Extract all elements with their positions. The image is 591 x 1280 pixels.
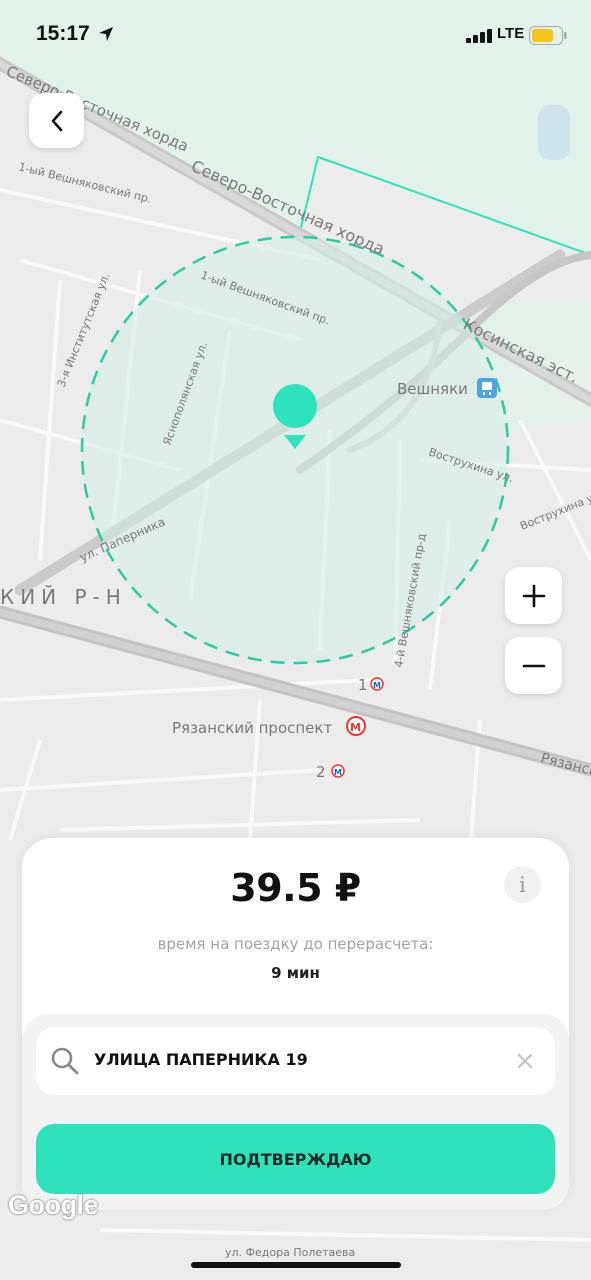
- station-label-veshnyaki: Вешняки: [397, 380, 468, 398]
- metro-label-ryazansky: Рязанский проспект: [172, 719, 332, 737]
- address-panel: УЛИЦА ПАПЕРНИКА 19 ПОДТВЕРЖДАЮ: [22, 1014, 569, 1210]
- svg-text:M: M: [373, 681, 381, 690]
- signal-bars-icon: [466, 29, 492, 43]
- plus-icon: [522, 584, 545, 607]
- search-icon: [51, 1047, 79, 1075]
- street-label-bottom: ул. Федора Полетаева: [225, 1246, 355, 1259]
- google-logo: Google: [8, 1190, 99, 1220]
- svg-text:M: M: [334, 768, 342, 777]
- zoom-in-button[interactable]: [505, 567, 562, 624]
- trip-price: 39.5 ₽: [230, 866, 361, 910]
- info-button[interactable]: i: [504, 866, 541, 903]
- water-feature: [538, 105, 570, 160]
- metro-icon: M: [370, 677, 384, 691]
- metro-icon: M: [346, 716, 366, 736]
- trip-duration-caption: время на поездку до перерасчета:: [157, 935, 434, 953]
- metro-exit-label-1: 1: [358, 676, 368, 694]
- info-icon: i: [519, 872, 526, 897]
- location-arrow-icon: [99, 27, 113, 41]
- metro-icon: M: [331, 764, 345, 778]
- minus-icon: [522, 664, 545, 667]
- trip-duration-value: 9 мин: [271, 964, 320, 982]
- address-search-field[interactable]: УЛИЦА ПАПЕРНИКА 19: [36, 1027, 555, 1095]
- chevron-left-icon: [51, 110, 62, 131]
- close-icon[interactable]: [516, 1052, 534, 1070]
- district-label: КИЙ Р-Н: [0, 585, 127, 609]
- home-indicator: [191, 1262, 401, 1268]
- metro-exit-label-2: 2: [316, 763, 326, 781]
- status-bar: 15:17 LTE: [0, 0, 591, 70]
- trip-sheet: 39.5 ₽ i время на поездку до перерасчета…: [22, 838, 569, 1210]
- network-type: LTE: [497, 25, 525, 42]
- zoom-out-button[interactable]: [505, 637, 562, 694]
- train-station-icon: [477, 378, 497, 398]
- address-value: УЛИЦА ПАПЕРНИКА 19: [94, 1050, 308, 1069]
- back-button[interactable]: [29, 93, 84, 148]
- status-time: 15:17: [36, 22, 90, 45]
- confirm-button[interactable]: ПОДТВЕРЖДАЮ: [36, 1124, 555, 1194]
- battery-icon: [529, 26, 567, 45]
- svg-text:M: M: [350, 721, 361, 734]
